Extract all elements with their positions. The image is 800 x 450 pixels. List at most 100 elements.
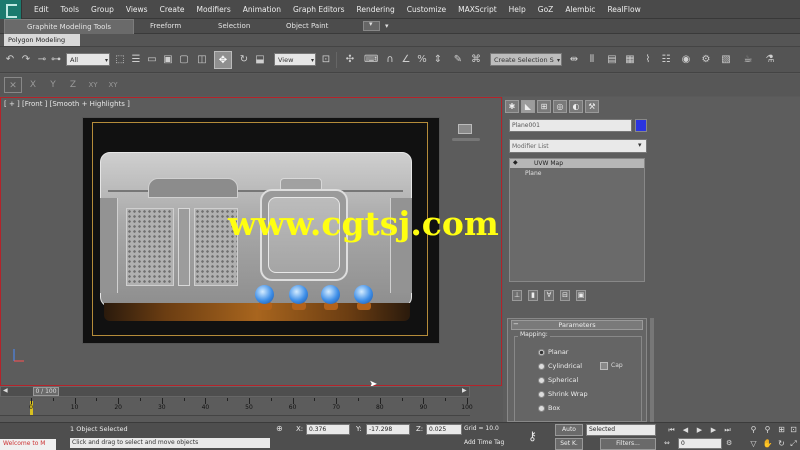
rotate-icon[interactable]: ↻ xyxy=(238,53,250,66)
radio-button[interactable] xyxy=(538,348,545,356)
remove-modifier-icon[interactable]: ⊟ xyxy=(560,289,570,301)
menu-help[interactable]: Help xyxy=(503,0,532,19)
menu-rendering[interactable]: Rendering xyxy=(350,0,400,19)
utilities-tab-icon[interactable]: ⚒ xyxy=(585,99,599,113)
percent-snap-icon[interactable]: % xyxy=(416,53,428,66)
curve-editor-icon[interactable]: ⌇ xyxy=(642,53,654,66)
set-key-icon[interactable]: ⚷ xyxy=(528,429,537,443)
align-icon[interactable]: ⫴ xyxy=(586,53,598,66)
tab-freeform[interactable]: Freeform xyxy=(150,19,181,34)
tab-object-paint[interactable]: Object Paint xyxy=(286,19,328,34)
zoom-all-icon[interactable]: ⚲ xyxy=(762,425,773,435)
radio-button[interactable] xyxy=(538,376,545,384)
axis-z-button[interactable]: Z xyxy=(64,77,82,93)
axis-xy-cycle-button[interactable]: XY xyxy=(104,77,122,93)
viewcube[interactable] xyxy=(452,124,480,142)
hierarchy-tab-icon[interactable]: ⊞ xyxy=(537,99,551,113)
menu-modifiers[interactable]: Modifiers xyxy=(191,0,237,19)
redo-icon[interactable]: ↷ xyxy=(20,53,32,66)
reference-coord-dropdown[interactable]: View ▾ xyxy=(274,53,316,66)
scale-icon[interactable]: ⬓ xyxy=(254,53,266,66)
ribbon-toggle-icon[interactable]: ▦ xyxy=(624,53,636,66)
axis-x-button[interactable]: X xyxy=(24,77,42,93)
next-frame-icon[interactable]: ▶ xyxy=(708,425,719,435)
modify-tab-icon[interactable]: ◣ xyxy=(521,99,535,113)
select-object-icon[interactable]: ⬚ xyxy=(114,53,126,66)
mapping-option-shrink-wrap[interactable]: Shrink Wrap xyxy=(538,390,588,398)
mapping-option-spherical[interactable]: Spherical xyxy=(538,376,578,384)
app-logo-icon[interactable] xyxy=(0,0,22,19)
command-panel-scrollbar[interactable] xyxy=(650,318,654,422)
render-iterative-icon[interactable]: ⚗ xyxy=(764,53,776,66)
menu-goz[interactable]: GoZ xyxy=(532,0,560,19)
named-selection-icon[interactable]: ⌘ xyxy=(470,53,482,66)
light-bulb-icon[interactable]: ◆ xyxy=(513,159,518,166)
display-tab-icon[interactable]: ◐ xyxy=(569,99,583,113)
mapping-option-cylindrical[interactable]: Cylindrical xyxy=(538,362,582,370)
stack-item-uvw-map[interactable]: UVW Map xyxy=(510,159,644,168)
radio-button[interactable] xyxy=(538,404,545,412)
menu-alembic[interactable]: Alembic xyxy=(559,0,601,19)
keyboard-shortcut-icon[interactable]: ⌨ xyxy=(364,53,378,66)
manipulate-icon[interactable]: ✣ xyxy=(344,53,356,66)
zoom-extents-icon[interactable]: ⊞ xyxy=(776,425,787,435)
mapping-option-box[interactable]: Box xyxy=(538,404,560,412)
go-to-start-icon[interactable]: ⏮ xyxy=(666,425,677,435)
undo-icon[interactable]: ↶ xyxy=(4,53,16,66)
menu-realflow[interactable]: RealFlow xyxy=(601,0,646,19)
time-slider-prev-icon[interactable]: ◀ xyxy=(3,387,8,394)
render-production-icon[interactable]: ☕ xyxy=(742,53,754,66)
rollout-header[interactable]: Parameters xyxy=(511,320,643,330)
time-slider-next-icon[interactable]: ▶ xyxy=(462,387,467,394)
snap-icon[interactable]: ∩ xyxy=(384,53,396,66)
auto-key-button[interactable]: Auto xyxy=(555,424,583,436)
key-mode-icon[interactable]: ⇔ xyxy=(664,439,670,447)
axis-xy-button[interactable]: XY xyxy=(84,77,102,93)
tab-graphite-modeling-tools[interactable]: Graphite Modeling Tools xyxy=(4,19,134,34)
add-time-tag-button[interactable]: Add Time Tag xyxy=(464,439,504,446)
menu-views[interactable]: Views xyxy=(120,0,154,19)
stack-item-plane[interactable]: Plane xyxy=(510,169,644,178)
key-filters-button[interactable]: Filters... xyxy=(600,438,656,450)
menu-animation[interactable]: Animation xyxy=(237,0,287,19)
ribbon-options-button[interactable]: ▾ xyxy=(363,20,380,31)
object-name-field[interactable]: Plane001 xyxy=(509,119,632,132)
axis-y-button[interactable]: Y xyxy=(44,77,62,93)
collapse-icon[interactable]: − xyxy=(513,320,519,328)
ribbon-minimize-icon[interactable]: ▾ xyxy=(385,19,389,34)
radio-button[interactable] xyxy=(538,362,545,370)
maximize-viewport-icon[interactable]: ⤢ xyxy=(788,439,799,449)
rb-icon[interactable]: ◫ xyxy=(196,53,208,66)
key-filter-dropdown[interactable]: Selected xyxy=(586,424,656,436)
configure-modifier-sets-icon[interactable]: ▣ xyxy=(576,289,586,301)
render-setup-icon[interactable]: ⚙ xyxy=(700,53,712,66)
named-selection-dropdown[interactable]: Create Selection S ▾ xyxy=(490,53,562,66)
zoom-icon[interactable]: ⚲ xyxy=(748,425,759,435)
layer-manager-icon[interactable]: ▤ xyxy=(606,53,618,66)
x-coordinate-field[interactable]: 0.376 xyxy=(306,424,350,435)
maxscript-listener[interactable]: Welcome to M xyxy=(0,439,56,450)
rect-selection-icon[interactable]: ▭ xyxy=(146,53,158,66)
z-coordinate-field[interactable]: 0.025 xyxy=(426,424,462,435)
edit-named-selection-icon[interactable]: ✎ xyxy=(452,53,464,66)
motion-tab-icon[interactable]: ◎ xyxy=(553,99,567,113)
play-icon[interactable]: ▶ xyxy=(694,425,705,435)
show-end-result-icon[interactable]: ▮ xyxy=(528,289,538,301)
subtab-polygon-modeling[interactable]: Polygon Modeling xyxy=(4,34,80,46)
pan-icon[interactable]: ✋ xyxy=(762,439,773,449)
time-slider-thumb[interactable]: 0 / 100 xyxy=(33,387,59,396)
lock-selection-icon[interactable]: ⊕ xyxy=(276,424,283,433)
viewport-label[interactable]: [ + ] [Front ] [Smooth + Highlights ] xyxy=(4,100,130,108)
tab-selection[interactable]: Selection xyxy=(218,19,250,34)
radio-button[interactable] xyxy=(538,390,545,398)
select-by-name-icon[interactable]: ☰ xyxy=(130,53,142,66)
set-key-button[interactable]: Set K. xyxy=(555,438,583,450)
mirror-icon[interactable]: ⇹ xyxy=(568,53,580,66)
close-toolbar-icon[interactable]: ✕ xyxy=(4,77,22,93)
current-frame-field[interactable]: 0 xyxy=(678,438,722,449)
orbit-icon[interactable]: ↻ xyxy=(776,439,787,449)
viewcube-face[interactable] xyxy=(458,124,472,134)
previous-frame-icon[interactable]: ◀ xyxy=(680,425,691,435)
menu-create[interactable]: Create xyxy=(154,0,191,19)
viewcube-ring[interactable] xyxy=(452,138,480,141)
